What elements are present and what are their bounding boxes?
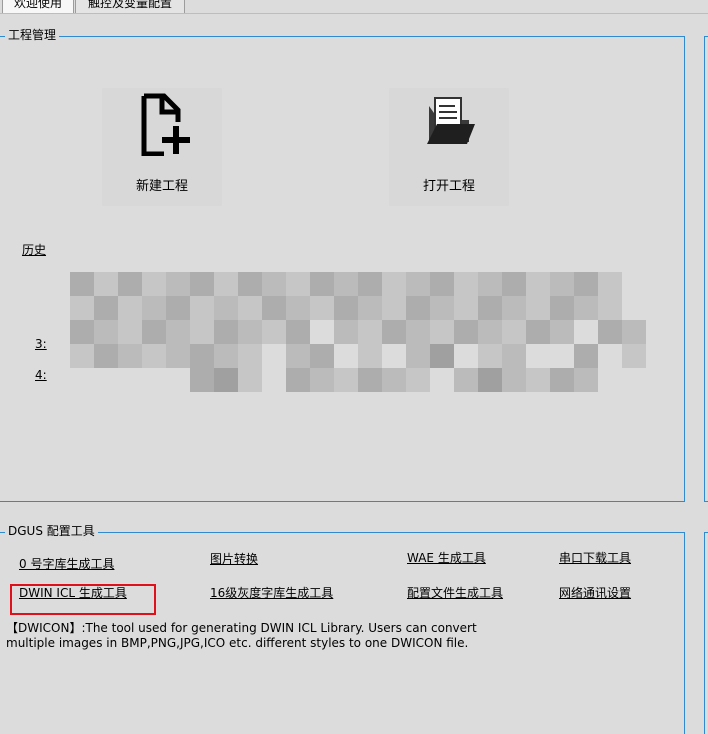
highlight-box: [10, 584, 156, 615]
tab-bar: 欢迎使用 触控及变量配置: [0, 0, 708, 14]
history-item-3[interactable]: 3:: [35, 337, 47, 351]
right-panel-edge: [704, 36, 708, 502]
network-settings-link[interactable]: 网络通讯设置: [559, 584, 631, 601]
right-panel-edge-lower: [704, 532, 708, 734]
history-label: 历史: [22, 243, 47, 257]
history-item-4[interactable]: 4:: [35, 368, 47, 382]
serial-download-link[interactable]: 串口下载工具: [559, 549, 631, 566]
tool-description: 【DWICON】:The tool used for generating DW…: [6, 621, 477, 650]
open-project-button[interactable]: 打开工程: [389, 88, 509, 206]
open-project-label: 打开工程: [422, 179, 475, 194]
tab-welcome[interactable]: 欢迎使用: [2, 0, 74, 13]
grayscale-font-generator-link[interactable]: 16级灰度字库生成工具: [210, 584, 333, 601]
config-file-generator-link[interactable]: 配置文件生成工具: [407, 584, 503, 601]
new-project-button[interactable]: 新建工程: [102, 88, 222, 206]
font0-generator-link[interactable]: 0 号字库生成工具: [19, 555, 114, 572]
wae-generator-link[interactable]: WAE 生成工具: [407, 549, 486, 566]
new-file-icon: [141, 93, 190, 156]
tab-touch-variable-config[interactable]: 触控及变量配置: [75, 0, 185, 13]
project-management-title: 工程管理: [5, 28, 60, 42]
dgus-config-tools-title: DGUS 配置工具: [5, 524, 98, 538]
tab-divider: [0, 13, 708, 14]
image-convert-link[interactable]: 图片转换: [210, 550, 258, 567]
blurred-history-area: [40, 270, 650, 395]
new-project-label: 新建工程: [135, 179, 188, 194]
open-folder-icon: [427, 97, 475, 144]
